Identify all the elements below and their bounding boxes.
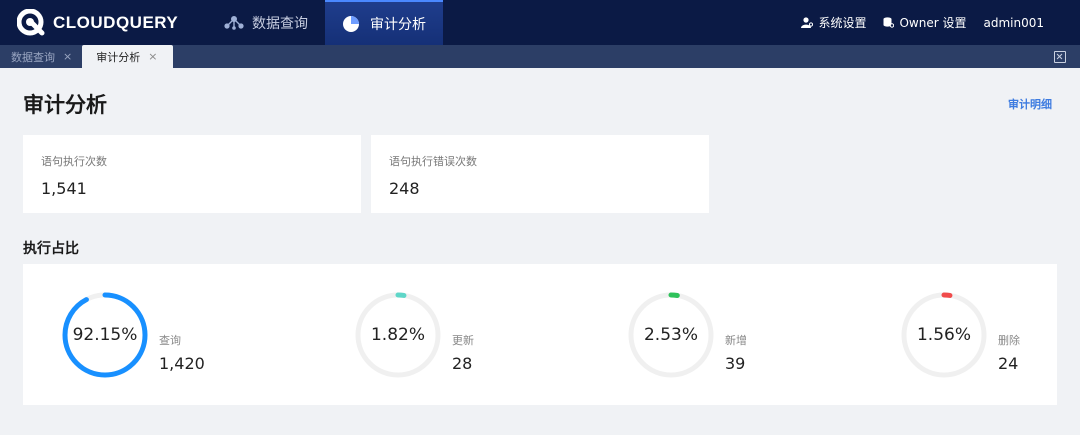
nav-item-label: 审计分析 (370, 16, 426, 33)
ratio-category: 更新 (452, 334, 474, 347)
section-title: 执行占比 (23, 241, 79, 257)
user-gear-icon (801, 17, 814, 28)
close-all-tabs-icon[interactable] (1054, 50, 1066, 63)
owner-settings-label: Owner 设置 (899, 16, 967, 30)
tab-data-query[interactable]: 数据查询 × (0, 45, 82, 68)
ratio-percent: 1.56% (916, 325, 971, 345)
database-gear-icon (883, 17, 895, 28)
ratio-category: 删除 (998, 334, 1020, 347)
ratio-count: 28 (452, 354, 473, 373)
page-title: 审计分析 (23, 93, 107, 117)
tab-label: 审计分析 (96, 50, 141, 64)
tab-strip: 数据查询 × 审计分析 × (0, 45, 1080, 68)
stat-label: 语句执行次数 (41, 155, 107, 168)
ratio-count: 39 (725, 354, 746, 373)
brand-name: CLOUDQUERY (53, 12, 179, 32)
owner-settings-link[interactable]: Owner 设置 (883, 14, 966, 31)
close-icon[interactable]: × (148, 50, 157, 63)
ratio-count: 24 (998, 354, 1019, 373)
cloudquery-logo-icon (17, 8, 45, 35)
tab-label: 数据查询 (11, 50, 55, 64)
stat-card-executions: 语句执行次数 1,541 (23, 135, 361, 213)
stat-value: 248 (389, 179, 420, 198)
ratio-percent: 1.82% (370, 325, 425, 345)
stat-value: 1,541 (41, 179, 87, 198)
ratio-category: 查询 (159, 334, 181, 347)
nav-item-label: 数据查询 (252, 15, 308, 32)
brand-logo[interactable]: CLOUDQUERY (17, 8, 207, 37)
top-navbar: CLOUDQUERY 数据查询 审计分析 系统设置 Owner 设置 admin… (0, 0, 1080, 45)
username: admin001 (983, 15, 1044, 30)
ratio-category: 新增 (725, 334, 747, 347)
nav-item-data-query[interactable]: 数据查询 (207, 0, 325, 45)
top-right-menu: 系统设置 Owner 设置 admin001 (784, 14, 1044, 31)
ratio-count: 1,420 (159, 354, 205, 373)
system-settings-label: 系统设置 (818, 16, 867, 30)
audit-detail-link[interactable]: 审计明细 (1008, 96, 1052, 112)
pie-chart-icon (342, 14, 362, 34)
nav-item-audit-analysis[interactable]: 审计分析 (325, 0, 443, 45)
ratio-percent: 92.15% (72, 325, 138, 345)
tab-audit-analysis[interactable]: 审计分析 × (82, 45, 174, 68)
stat-card-errors: 语句执行错误次数 248 (371, 135, 709, 213)
ratio-percent: 2.53% (643, 325, 698, 345)
close-icon[interactable]: × (63, 50, 72, 63)
system-settings-link[interactable]: 系统设置 (801, 14, 866, 31)
stat-label: 语句执行错误次数 (389, 155, 477, 168)
execution-ratio-panel: 92.15% 查询 1,420 1.82% 更新 28 2.53% 新增 39 … (23, 264, 1057, 405)
share-nodes-icon (224, 13, 244, 33)
user-menu[interactable]: admin001 (983, 16, 1044, 30)
